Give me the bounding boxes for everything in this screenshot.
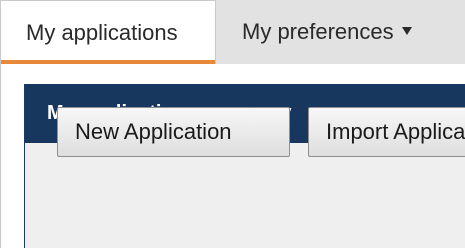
tab-my-preferences[interactable]: My preferences — [216, 0, 465, 64]
chevron-down-icon[interactable] — [402, 27, 412, 35]
new-application-button[interactable]: New Application — [57, 107, 290, 157]
tab-my-applications-label: My applications — [26, 20, 178, 45]
tab-my-applications[interactable]: My applications — [0, 0, 216, 64]
tab-bar: My applications My preferences — [0, 0, 465, 64]
import-application-button[interactable]: Import Application — [308, 107, 465, 157]
tab-my-preferences-label: My preferences — [242, 19, 394, 44]
